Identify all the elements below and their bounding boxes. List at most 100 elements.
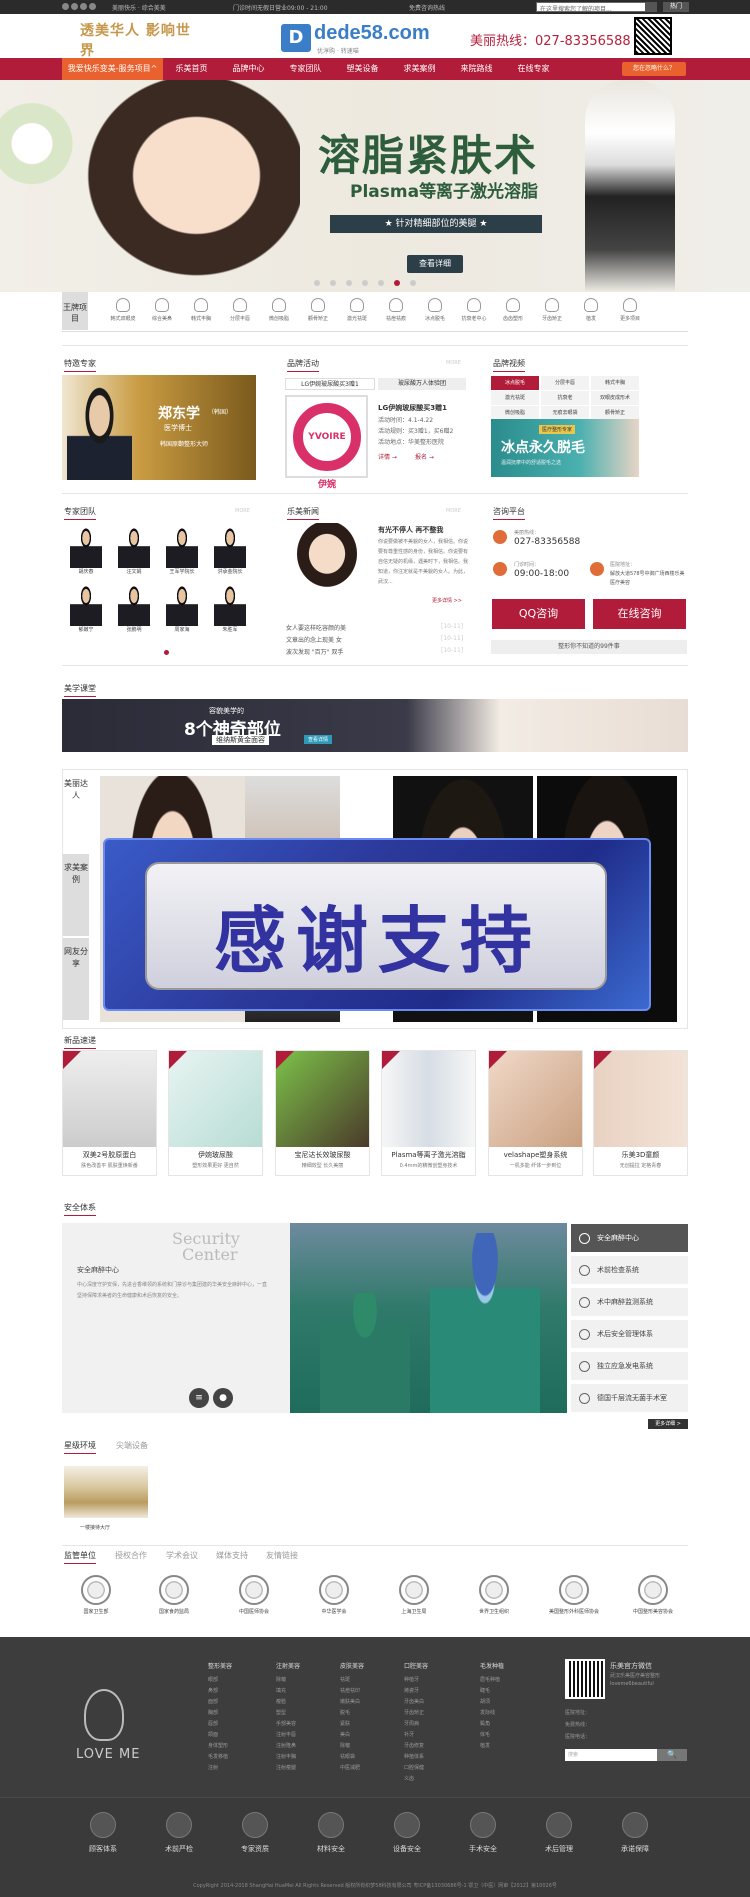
category-item[interactable]: 牙齿矫正 xyxy=(533,292,571,330)
qq-icon[interactable] xyxy=(71,3,78,10)
nav-cta-button[interactable]: 您在忽略什么？ xyxy=(622,62,686,76)
footer-feature[interactable]: 材料安全 xyxy=(296,1812,366,1854)
hero-banner[interactable]: 溶脂紧肤术 Plasma等离子激光溶脂 ★ 针对精细部位的美腿 ★ 查看详细 xyxy=(0,80,750,292)
top-search-input[interactable]: 在这里搜索您了解的项目... xyxy=(536,2,656,12)
category-item[interactable]: 颧骨矫正 xyxy=(299,292,337,330)
product-card[interactable]: Plasma等离子激光溶脂 0.4mm的精微创塑身技术 xyxy=(381,1050,476,1176)
team-page-dot[interactable] xyxy=(164,650,169,655)
doctor-card[interactable]: 汪文娟 xyxy=(114,528,154,588)
slider-dot[interactable] xyxy=(330,280,336,286)
activity-detail-link[interactable]: 详情 → xyxy=(378,452,397,461)
nav-item-home[interactable]: 乐美首页 xyxy=(163,58,220,80)
brand-video-cell[interactable]: 分层丰唇 xyxy=(541,376,589,390)
gallery-tab-beauty[interactable]: 美丽达人 xyxy=(63,770,89,852)
footer-logo[interactable]: LOVE ME xyxy=(76,1747,140,1762)
safety-item[interactable]: 术后安全管理体系 xyxy=(571,1320,688,1348)
brand-video-cell[interactable]: 微创吸脂 xyxy=(491,406,539,420)
safety-item[interactable]: 独立应急发电系统 xyxy=(571,1352,688,1380)
beauty-class-banner[interactable]: 容貌美学的 8个神奇部位 维纳斯黄金面容 查看详情 xyxy=(62,699,688,752)
doctor-card[interactable]: 胡庆春 xyxy=(66,528,106,588)
product-card[interactable]: 伊婉玻尿酸 塑形效果更好 更自然 xyxy=(168,1050,263,1176)
banner-detail-button[interactable]: 查看详细 xyxy=(407,255,463,273)
nav-item-online-expert[interactable]: 在线专家 xyxy=(505,58,562,80)
category-item[interactable]: 微创吸脂 xyxy=(260,292,298,330)
gallery-tab-cases[interactable]: 求美案例 xyxy=(63,854,89,936)
brand-video-banner[interactable]: 医疗整形专家 冰点永久脱毛 温润抚摩中的舒适脱毛之选 xyxy=(491,419,639,477)
brand-video-cell[interactable]: 冰点脱毛 xyxy=(491,376,539,390)
class-detail-button[interactable]: 查看详情 xyxy=(304,735,333,744)
footer-feature[interactable]: 顾客体系 xyxy=(68,1812,138,1854)
product-card[interactable]: 宝尼达长效玻尿酸 精细效型 长久美丽 xyxy=(275,1050,370,1176)
slider-dot[interactable] xyxy=(410,280,416,286)
wechat-icon[interactable] xyxy=(80,3,87,10)
doctor-card[interactable]: 张鹏明 xyxy=(114,586,154,646)
brand-video-cell[interactable]: 颧骨矫正 xyxy=(591,406,639,420)
nav-item-experts[interactable]: 专家团队 xyxy=(277,58,334,80)
association-logo[interactable]: 世界卫生组织 xyxy=(457,1575,531,1615)
news-list-item[interactable]: 文章出的念上现美 女 [10-11] xyxy=(286,635,466,644)
doctor-card[interactable]: 朱胜军 xyxy=(210,586,250,646)
supervision-tab[interactable]: 友情链接 xyxy=(266,1550,298,1561)
env-tab-equipment[interactable]: 尖端设备 xyxy=(116,1440,148,1451)
association-logo[interactable]: 国家卫生部 xyxy=(59,1575,133,1615)
category-item[interactable]: 分层丰唇 xyxy=(221,292,259,330)
safety-more-button[interactable]: 更多详细 > xyxy=(648,1419,688,1429)
qq-consult-button[interactable]: QQ咨询 xyxy=(492,599,585,629)
weibo-icon[interactable] xyxy=(62,3,69,10)
list-icon[interactable]: ≡ xyxy=(189,1388,209,1408)
rss-icon[interactable] xyxy=(89,3,96,10)
category-item[interactable]: 祛痘祛痕 xyxy=(377,292,415,330)
activity-tab-2[interactable]: 玻尿酸万人体验团 xyxy=(378,378,466,390)
category-item[interactable]: 韩式双眼皮 xyxy=(104,292,142,330)
news-headline[interactable]: 有光不停人 再不整我 xyxy=(378,525,443,535)
top-login-button[interactable]: 热门 xyxy=(663,2,689,12)
nav-item-route[interactable]: 来院路线 xyxy=(448,58,505,80)
category-item[interactable]: 激光祛斑 xyxy=(338,292,376,330)
doctor-card[interactable]: 洪承金院长 xyxy=(210,528,250,588)
footer-feature[interactable]: 设备安全 xyxy=(372,1812,442,1854)
featured-expert-card[interactable]: 郑东学 （韩国） 医学博士 韩国原颧整形大师 xyxy=(62,375,256,480)
brand-video-cell[interactable]: 无痕去眼袋 xyxy=(541,406,589,420)
association-logo[interactable]: 上海卫生局 xyxy=(377,1575,451,1615)
slider-dot[interactable] xyxy=(314,280,320,286)
footer-feature[interactable]: 术前严检 xyxy=(144,1812,214,1854)
product-card[interactable]: velashape塑身系统 一机多能 纤体一步到位 xyxy=(488,1050,583,1176)
slider-dot[interactable] xyxy=(346,280,352,286)
supervision-tab[interactable]: 媒体支持 xyxy=(216,1550,248,1561)
online-consult-button[interactable]: 在线咨询 xyxy=(593,599,686,629)
category-item[interactable]: 韩式丰胸 xyxy=(182,292,220,330)
doctor-card[interactable]: 周家海 xyxy=(162,586,202,646)
topbar-free-consult[interactable]: 免费咨询热线 xyxy=(409,3,445,12)
activity-image[interactable]: YVOIRE 伊婉 xyxy=(285,395,368,490)
more-link[interactable]: MORE xyxy=(235,508,250,514)
association-logo[interactable]: 中华医学会 xyxy=(297,1575,371,1615)
news-list-item[interactable]: 女人要这样吃容颜的美 [10-11] xyxy=(286,623,466,632)
brand-video-cell[interactable]: 激光祛斑 xyxy=(491,391,539,405)
brand-video-cell[interactable]: 抗衰老 xyxy=(541,391,589,405)
footer-feature[interactable]: 术后管理 xyxy=(524,1812,594,1854)
nav-item-services[interactable]: 我爱快乐变美-服务项目^ xyxy=(62,58,163,80)
footer-feature[interactable]: 承诺保障 xyxy=(600,1812,670,1854)
news-list-item[interactable]: 波次发现 "百万" 双手 [10-11] xyxy=(286,647,466,656)
brand-video-cell[interactable]: 韩式丰胸 xyxy=(591,376,639,390)
supervision-tab[interactable]: 学术会议 xyxy=(166,1550,198,1561)
category-item[interactable]: 齿齿塑形 xyxy=(494,292,532,330)
safety-item[interactable]: 术中麻醉监测系统 xyxy=(571,1288,688,1316)
logo-left-slogan[interactable]: 透美华人 影响世界 xyxy=(80,20,200,59)
brand-video-cell[interactable]: 双眼皮成形术 xyxy=(591,391,639,405)
safety-item[interactable]: 安全麻醉中心 xyxy=(571,1224,688,1252)
more-link[interactable]: MORE xyxy=(446,508,461,514)
safety-item[interactable]: 术前检查系统 xyxy=(571,1256,688,1284)
consult-footer-link[interactable]: 整形你不知道的99件事 xyxy=(491,640,687,654)
association-logo[interactable]: 中国整形美容协会 xyxy=(616,1575,690,1615)
more-link[interactable]: MORE xyxy=(446,360,461,366)
doctor-card[interactable]: 王军学院长 xyxy=(162,528,202,588)
category-item[interactable]: 冰点脱毛 xyxy=(416,292,454,330)
env-tab-star[interactable]: 星级环境 xyxy=(64,1440,96,1454)
news-more-link[interactable]: 更多详情 >> xyxy=(432,597,462,604)
search-icon[interactable]: 🔍 xyxy=(657,1749,687,1761)
category-item[interactable]: 植发 xyxy=(572,292,610,330)
category-item[interactable]: 抗衰老中心 xyxy=(455,292,493,330)
association-logo[interactable]: 中国医师协会 xyxy=(217,1575,291,1615)
footer-feature[interactable]: 手术安全 xyxy=(448,1812,518,1854)
